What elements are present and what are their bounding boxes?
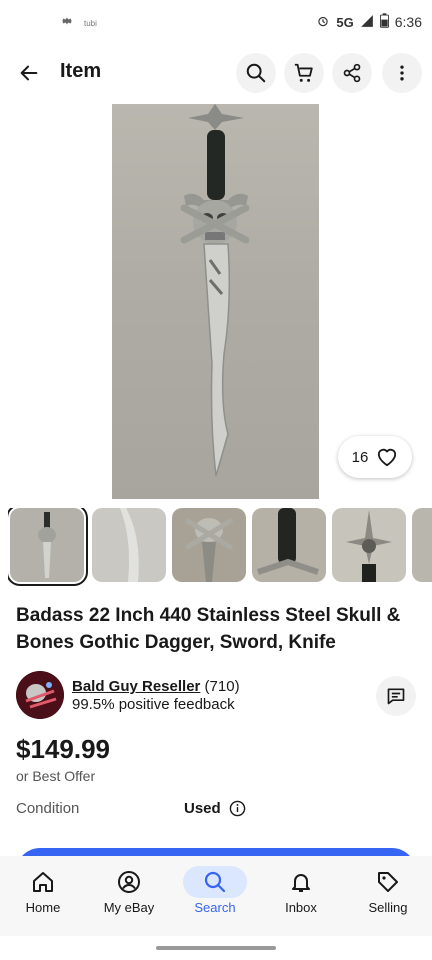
gesture-home-indicator[interactable] xyxy=(156,946,276,950)
share-icon xyxy=(343,63,361,83)
thumbnail-4[interactable] xyxy=(252,508,326,582)
network-type: 5G xyxy=(336,14,354,30)
search-icon xyxy=(246,63,266,83)
condition-label: Condition xyxy=(16,800,80,817)
cart-icon xyxy=(294,63,313,82)
thumbnail-2[interactable] xyxy=(92,508,166,582)
item-title: Badass 22 Inch 440 Stainless Steel Skull… xyxy=(16,605,401,653)
seller-avatar[interactable] xyxy=(16,671,64,719)
home-icon xyxy=(3,866,83,898)
dagger-photo xyxy=(180,104,250,477)
bottom-navigation: Home My eBay Search Inbox Selling xyxy=(0,856,432,936)
item-main-image[interactable] xyxy=(112,104,319,499)
clock-time: 6:36 xyxy=(394,14,422,30)
page-title: Item xyxy=(60,60,102,82)
message-icon xyxy=(387,688,405,705)
account-circle-icon xyxy=(89,866,169,898)
more-vertical-icon xyxy=(400,65,404,81)
best-offer-label: or Best Offer xyxy=(16,768,96,784)
heart-icon xyxy=(378,448,397,467)
seller-rating-count: (710) xyxy=(200,678,240,695)
thumbnail-5[interactable] xyxy=(332,508,406,582)
thumbnail-1[interactable] xyxy=(8,508,88,586)
item-price: $149.99 xyxy=(16,734,110,764)
contact-seller-button[interactable] xyxy=(376,676,416,716)
back-button[interactable] xyxy=(14,58,44,88)
info-icon[interactable] xyxy=(229,800,246,817)
nav-selling[interactable]: Selling xyxy=(348,866,428,915)
search-button[interactable] xyxy=(236,53,276,93)
arrow-left-icon xyxy=(20,65,38,81)
nav-home[interactable]: Home xyxy=(3,866,83,915)
alarm-icon xyxy=(316,14,330,31)
notification-app-label: tubi xyxy=(84,19,97,28)
tag-icon xyxy=(348,866,428,898)
bell-icon xyxy=(261,866,341,898)
nav-home-label: Home xyxy=(25,900,61,915)
share-button[interactable] xyxy=(332,53,372,93)
seller-info[interactable]: Bald Guy Reseller (710) xyxy=(72,678,240,695)
seller-name[interactable]: Bald Guy Reseller xyxy=(72,678,200,695)
app-bar: Item xyxy=(0,50,432,96)
cart-button[interactable] xyxy=(284,53,324,93)
nav-inbox-label: Inbox xyxy=(285,900,317,915)
thumbnail-strip xyxy=(8,508,432,588)
signal-icon xyxy=(360,14,374,31)
thumbnail-6[interactable] xyxy=(412,508,432,582)
nav-inbox[interactable]: Inbox xyxy=(261,866,341,915)
battery-icon xyxy=(379,13,389,31)
status-bar: tubi 5G 6:36 xyxy=(0,0,432,44)
search-nav-icon xyxy=(183,866,247,898)
nav-selling-label: Selling xyxy=(368,900,408,915)
seller-feedback: 99.5% positive feedback xyxy=(72,696,235,713)
nav-my-ebay-label: My eBay xyxy=(103,900,155,915)
nav-search-label: Search xyxy=(194,900,236,915)
condition-text: Used xyxy=(184,800,221,817)
watch-count: 16 xyxy=(351,448,369,466)
condition-value: Used xyxy=(184,800,246,817)
thumbnail-3[interactable] xyxy=(172,508,246,582)
nav-my-ebay[interactable]: My eBay xyxy=(89,866,169,915)
nav-search[interactable]: Search xyxy=(175,866,255,915)
settings-gear-icon xyxy=(60,14,74,33)
more-options-button[interactable] xyxy=(382,53,422,93)
watch-count-button[interactable]: 16 xyxy=(338,436,412,478)
